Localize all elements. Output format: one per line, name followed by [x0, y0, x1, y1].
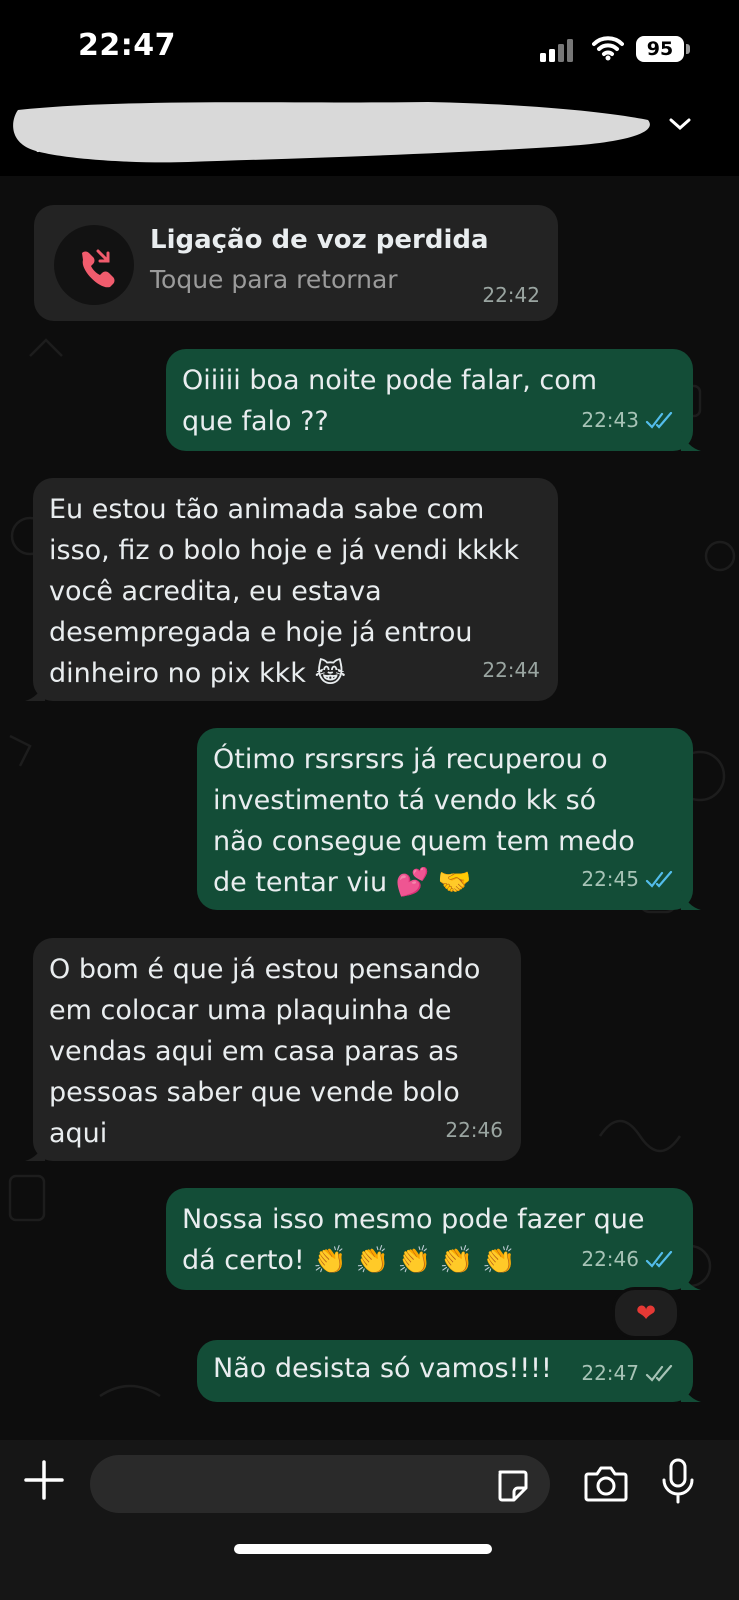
battery-indicator: 95	[636, 36, 684, 62]
status-time: 22:47	[78, 28, 176, 63]
message-meta: 22:46	[581, 1239, 675, 1280]
message-bubble-outgoing[interactable]: Oiiiii boa noite pode falar, com que fal…	[166, 349, 701, 451]
bubble-tail	[681, 1270, 701, 1290]
message-bubble-outgoing[interactable]: Não desista só vamos!!!! 22:47	[197, 1340, 701, 1402]
heart-reaction[interactable]: ❤	[612, 1287, 680, 1339]
plus-icon[interactable]	[24, 1460, 64, 1500]
missed-call-title: Ligação de voz perdida	[150, 225, 489, 255]
message-meta: 22:46	[445, 1110, 503, 1151]
message-bubble-outgoing[interactable]: Nossa isso mesmo pode fazer que dá certo…	[166, 1188, 701, 1290]
wifi-icon	[592, 36, 624, 61]
message-text: Eu estou tão animada sabe com isso, fiz …	[49, 494, 520, 689]
message-bubble-incoming[interactable]: Eu estou tão animada sabe com isso, fiz …	[25, 478, 558, 701]
message-time: 22:47	[581, 1361, 639, 1385]
message-time: 22:42	[482, 283, 540, 307]
bubble-tail	[681, 1382, 701, 1402]
missed-call-subtitle: Toque para retornar	[150, 265, 398, 294]
message-text: O bom é que já estou pensando em colocar…	[49, 954, 481, 1149]
chat-header	[0, 92, 739, 176]
message-time: 22:45	[581, 867, 639, 891]
delivered-receipt-icon	[645, 1364, 673, 1382]
message-time: 22:43	[581, 408, 639, 432]
message-bubble-outgoing[interactable]: Ótimo rsrsrsrs já recuperou o investimen…	[197, 728, 701, 910]
status-bar: 22:47 95	[0, 0, 739, 92]
bubble-tail	[25, 681, 45, 701]
chevron-down-icon[interactable]	[668, 116, 692, 132]
sticker-icon[interactable]	[494, 1468, 530, 1504]
message-composer	[0, 1440, 739, 1600]
bubble-tail	[681, 890, 701, 910]
missed-call-icon	[54, 225, 134, 305]
microphone-icon[interactable]	[660, 1458, 696, 1506]
read-receipt-icon	[645, 411, 673, 429]
battery-tip	[686, 44, 690, 54]
signal-icon	[540, 38, 576, 62]
redacted-contact-name	[13, 102, 650, 163]
home-indicator	[234, 1544, 492, 1554]
message-meta: 22:47	[581, 1353, 675, 1394]
message-meta: 22:43	[581, 400, 675, 441]
message-meta: 22:45	[581, 859, 675, 900]
missed-call-card[interactable]: Ligação de voz perdida Toque para retorn…	[34, 205, 558, 321]
message-time: 22:46	[581, 1247, 639, 1271]
camera-icon[interactable]	[584, 1464, 628, 1502]
chat-area[interactable]: Ligação de voz perdida Toque para retorn…	[0, 176, 739, 1440]
bubble-tail	[681, 431, 701, 451]
read-receipt-icon	[645, 1250, 673, 1268]
message-meta: 22:44	[482, 650, 540, 691]
bubble-tail	[25, 1141, 45, 1161]
message-input[interactable]	[90, 1455, 550, 1513]
read-receipt-icon	[645, 870, 673, 888]
message-time: 22:46	[445, 1118, 503, 1142]
message-time: 22:44	[482, 658, 540, 682]
message-text: Oiiiii boa noite pode falar, com que fal…	[182, 365, 598, 437]
message-bubble-incoming[interactable]: O bom é que já estou pensando em colocar…	[25, 938, 521, 1161]
